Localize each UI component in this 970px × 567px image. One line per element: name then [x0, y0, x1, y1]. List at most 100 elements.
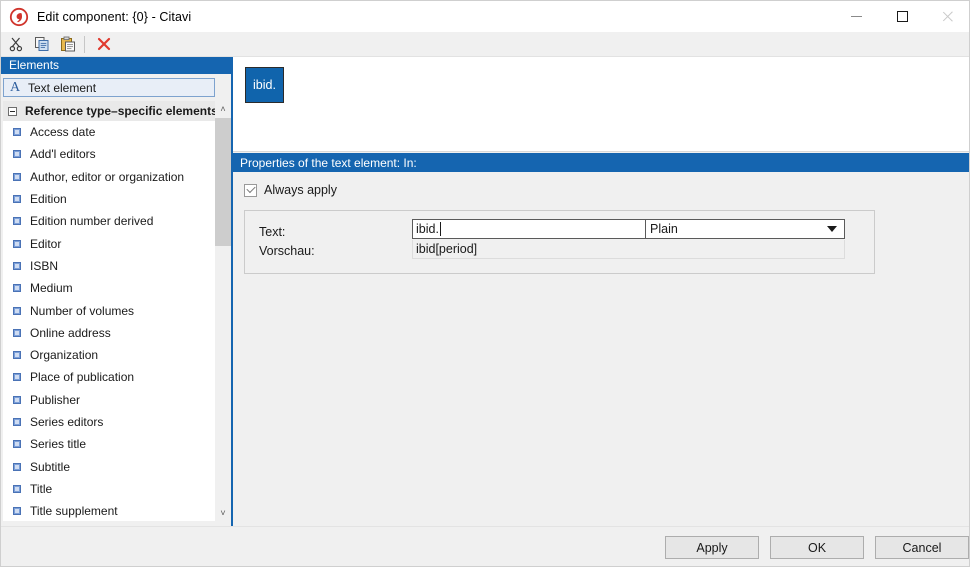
text-properties-group: Text: Vorschau: ibid. Plain ibid[period]	[244, 210, 875, 274]
element-bullet-icon	[13, 195, 21, 204]
element-bullet-icon	[13, 306, 21, 315]
list-item[interactable]: Medium	[3, 277, 215, 299]
element-bullet-icon	[13, 418, 21, 426]
maximize-icon	[896, 11, 908, 22]
element-bullet-icon	[13, 150, 21, 159]
element-bullet-icon	[13, 484, 21, 493]
list-item[interactable]: Organization	[3, 344, 215, 366]
list-item[interactable]: Number of volumes	[3, 299, 215, 321]
list-item[interactable]: Access date	[3, 121, 215, 143]
paste-button[interactable]	[56, 33, 79, 55]
list-item-label: Add'l editors	[30, 147, 96, 162]
minimize-button[interactable]	[833, 1, 879, 32]
list-item[interactable]: Edition number derived	[3, 210, 215, 232]
scrollbar-thumb[interactable]	[215, 118, 231, 246]
component-canvas[interactable]: ibid.	[233, 57, 969, 152]
preview-value: ibid[period]	[416, 242, 478, 256]
element-bullet-icon	[13, 284, 21, 293]
toolbar	[1, 32, 969, 57]
elements-list: Reference type–specific elements Access …	[3, 101, 215, 521]
toolbar-separator	[84, 35, 85, 53]
list-item[interactable]: Online address	[3, 322, 215, 344]
list-item[interactable]: Add'l editors	[3, 143, 215, 165]
list-item[interactable]: Edition	[3, 188, 215, 210]
list-item-label: Editor	[30, 236, 62, 251]
list-item[interactable]: Publisher	[3, 389, 215, 411]
collapse-minus-icon[interactable]	[8, 106, 17, 116]
list-item[interactable]: Title supplement	[3, 500, 215, 521]
list-item[interactable]: Author, editor or organization	[3, 166, 215, 188]
list-item-label: Series title	[30, 437, 87, 452]
edit-component-window: Edit component: {0} - Citavi Elements A …	[0, 0, 970, 567]
cut-button[interactable]	[4, 33, 27, 55]
elements-list-scrollbar[interactable]: ˄ ˅	[215, 101, 231, 521]
delete-button[interactable]	[92, 33, 115, 55]
elements-panel: A Text element Reference type–specific e…	[1, 74, 233, 528]
format-dropdown-value: Plain	[650, 222, 678, 236]
always-apply-row[interactable]: Always apply	[244, 183, 337, 197]
window-title: Edit component: {0} - Citavi	[37, 9, 192, 24]
scissors-icon	[9, 37, 22, 52]
format-dropdown[interactable]: Plain	[646, 219, 845, 239]
close-icon	[942, 10, 955, 23]
close-button[interactable]	[925, 1, 969, 32]
elements-panel-title: Elements	[9, 58, 60, 72]
list-item-label: Edition number derived	[30, 214, 154, 229]
red-x-icon	[97, 37, 110, 51]
cancel-button[interactable]: Cancel	[875, 536, 969, 559]
list-item[interactable]: Series editors	[3, 411, 215, 433]
minimize-icon	[850, 16, 862, 17]
list-item-label: Title	[30, 481, 53, 496]
preview-field-label: Vorschau:	[259, 244, 315, 258]
element-bullet-icon	[13, 373, 21, 382]
list-item[interactable]: ISBN	[3, 255, 215, 277]
properties-header: Properties of the text element: In:	[233, 153, 969, 172]
apply-button[interactable]: Apply	[665, 536, 759, 559]
element-bullet-icon	[13, 328, 21, 337]
element-bullet-icon	[13, 172, 21, 181]
text-element-chip[interactable]: ibid.	[245, 67, 284, 103]
list-item-label: ISBN	[30, 258, 59, 273]
properties-panel: Always apply Text: Vorschau: ibid. Plain…	[233, 172, 969, 528]
list-item-label: Medium	[30, 281, 73, 296]
list-item[interactable]: Title	[3, 478, 215, 500]
maximize-button[interactable]	[879, 1, 925, 32]
text-element-a-icon: A	[9, 79, 21, 95]
elements-group-header[interactable]: Reference type–specific elements	[3, 101, 215, 121]
element-bullet-icon	[13, 239, 21, 248]
ok-button[interactable]: OK	[770, 536, 864, 559]
copy-button[interactable]	[30, 33, 53, 55]
list-item-label: Edition	[30, 192, 67, 207]
properties-header-label: Properties of the text element: In:	[240, 155, 417, 170]
element-bullet-icon	[13, 261, 21, 270]
list-item-label: Author, editor or organization	[30, 169, 185, 184]
text-caret	[439, 222, 441, 236]
list-item-label: Number of volumes	[30, 303, 135, 318]
title-bar: Edit component: {0} - Citavi	[1, 1, 969, 32]
list-item-label: Online address	[30, 325, 111, 340]
text-input-value: ibid.	[416, 222, 439, 236]
always-apply-checkbox[interactable]	[244, 183, 257, 197]
list-item[interactable]: Series title	[3, 433, 215, 455]
chevron-down-icon	[827, 226, 837, 232]
scroll-down-icon[interactable]: ˅	[215, 505, 231, 521]
text-input[interactable]: ibid.	[412, 219, 646, 239]
sidebar-item-text-element[interactable]: A Text element	[3, 78, 215, 97]
list-item[interactable]: Place of publication	[3, 366, 215, 388]
list-item[interactable]: Subtitle	[3, 455, 215, 477]
element-bullet-icon	[13, 217, 21, 226]
list-item-label: Organization	[30, 348, 99, 363]
paste-icon	[60, 36, 75, 52]
copy-icon	[34, 37, 48, 51]
element-bullet-icon	[13, 440, 21, 449]
list-item[interactable]: Editor	[3, 232, 215, 254]
element-bullet-icon	[13, 395, 21, 404]
list-item-label: Subtitle	[30, 459, 71, 474]
scroll-up-icon[interactable]: ˄	[215, 101, 231, 117]
list-item-label: Place of publication	[30, 370, 135, 385]
preview-value-box: ibid[period]	[412, 240, 845, 259]
dialog-footer: Apply OK Cancel	[1, 526, 969, 566]
always-apply-label: Always apply	[264, 183, 337, 197]
text-field-label: Text:	[259, 225, 286, 239]
elements-group-title: Reference type–specific elements	[25, 104, 215, 118]
